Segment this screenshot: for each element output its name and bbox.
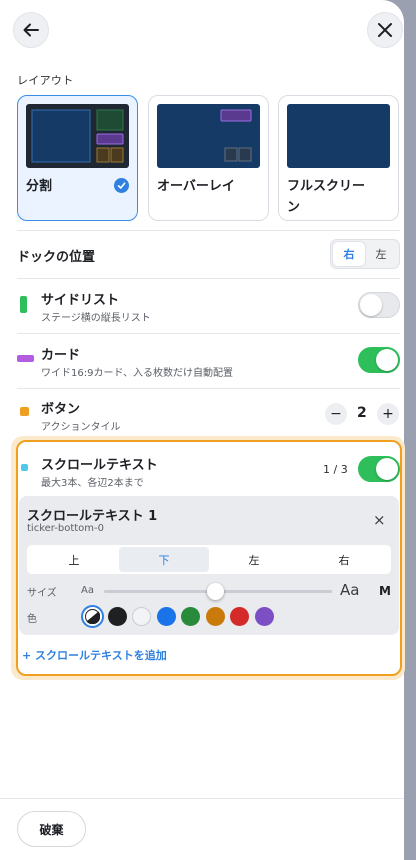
color-swatch-orange[interactable] [206,607,225,626]
ticker-card-title: スクロールテキスト 1 [27,509,158,524]
layout-option-label: 分割 [26,179,53,194]
divider [17,388,400,389]
sidelist-subtitle: ステージ横の縦長リスト [41,313,151,324]
increment-button[interactable]: + [377,403,399,425]
card-toggle[interactable] [358,347,400,373]
ticker-title: スクロールテキスト [41,458,158,473]
layout-section-label: レイアウト [17,74,74,87]
position-right-tab[interactable]: 右 [299,547,389,572]
dock-left-option[interactable]: 左 [365,242,397,266]
position-left-tab[interactable]: 左 [209,547,299,572]
sidelist-title: サイドリスト [41,293,120,308]
decrement-button[interactable]: − [325,403,347,425]
ticker-position-tabs: 上 下 左 右 [27,545,391,574]
card-color-marker [17,355,34,362]
divider [17,333,400,334]
card-subtitle: ワイド16:9カード、入る枚数だけ自動配置 [41,368,234,379]
ticker-toggle[interactable] [358,456,400,482]
color-swatch-green[interactable] [181,607,200,626]
size-label: サイズ [27,588,57,599]
button-subtitle: アクションタイル [41,422,121,433]
settings-panel: レイアウト 分割 オーバーレイ フルスクリーン ドックの位置 右 左 サイドリス… [0,0,405,860]
color-swatch-purple[interactable] [255,607,274,626]
dock-position-label: ドックの位置 [17,250,96,265]
button-color-marker [20,407,29,416]
sidelist-color-marker [20,296,27,313]
size-small-indicator: Aa [81,585,94,596]
layout-option-split[interactable]: 分割 [17,95,138,221]
color-label: 色 [27,614,37,625]
layout-option-overlay[interactable]: オーバーレイ [148,95,269,221]
button-title: ボタン [41,402,81,417]
position-bottom-tab[interactable]: 下 [119,547,209,572]
color-swatch-black[interactable] [108,607,127,626]
ticker-subtitle: 最大3本、各辺2本まで [41,478,144,489]
footer-divider [0,798,404,799]
ticker-count: 1 / 3 [323,463,348,476]
ticker-color-marker [21,464,28,471]
auto-color-icon [85,609,101,625]
split-layout-preview [26,104,129,168]
sidelist-toggle[interactable] [358,292,400,318]
ticker-card-id: ticker-bottom-0 [27,523,105,534]
remove-ticker-button[interactable]: × [373,511,386,529]
divider [17,230,400,231]
close-icon [378,23,392,37]
discard-button[interactable]: 破棄 [17,811,86,847]
layout-option-fullscreen[interactable]: フルスクリーン [278,95,399,221]
button-count: 2 [357,405,367,421]
card-title: カード [41,348,81,363]
size-value: M [379,584,391,598]
layout-option-label: フルスクリーン [287,179,366,215]
position-top-tab[interactable]: 上 [29,547,119,572]
color-swatch-blue[interactable] [157,607,176,626]
close-button[interactable] [367,12,403,48]
check-circle-icon [114,178,129,193]
dock-right-option[interactable]: 右 [333,242,365,266]
overlay-layout-preview [157,104,260,168]
size-large-indicator: Aa [340,581,360,599]
color-swatch-auto[interactable] [81,605,104,628]
dock-position-toggle: 右 左 [330,239,400,269]
color-swatch-red[interactable] [230,607,249,626]
color-swatch-white[interactable] [132,607,151,626]
fullscreen-layout-preview [287,104,390,168]
arrow-left-icon [23,23,39,37]
back-button[interactable] [13,12,49,48]
divider [17,278,400,279]
layout-option-label: オーバーレイ [157,179,235,194]
add-ticker-button[interactable]: + スクロールテキストを追加 [22,647,167,663]
